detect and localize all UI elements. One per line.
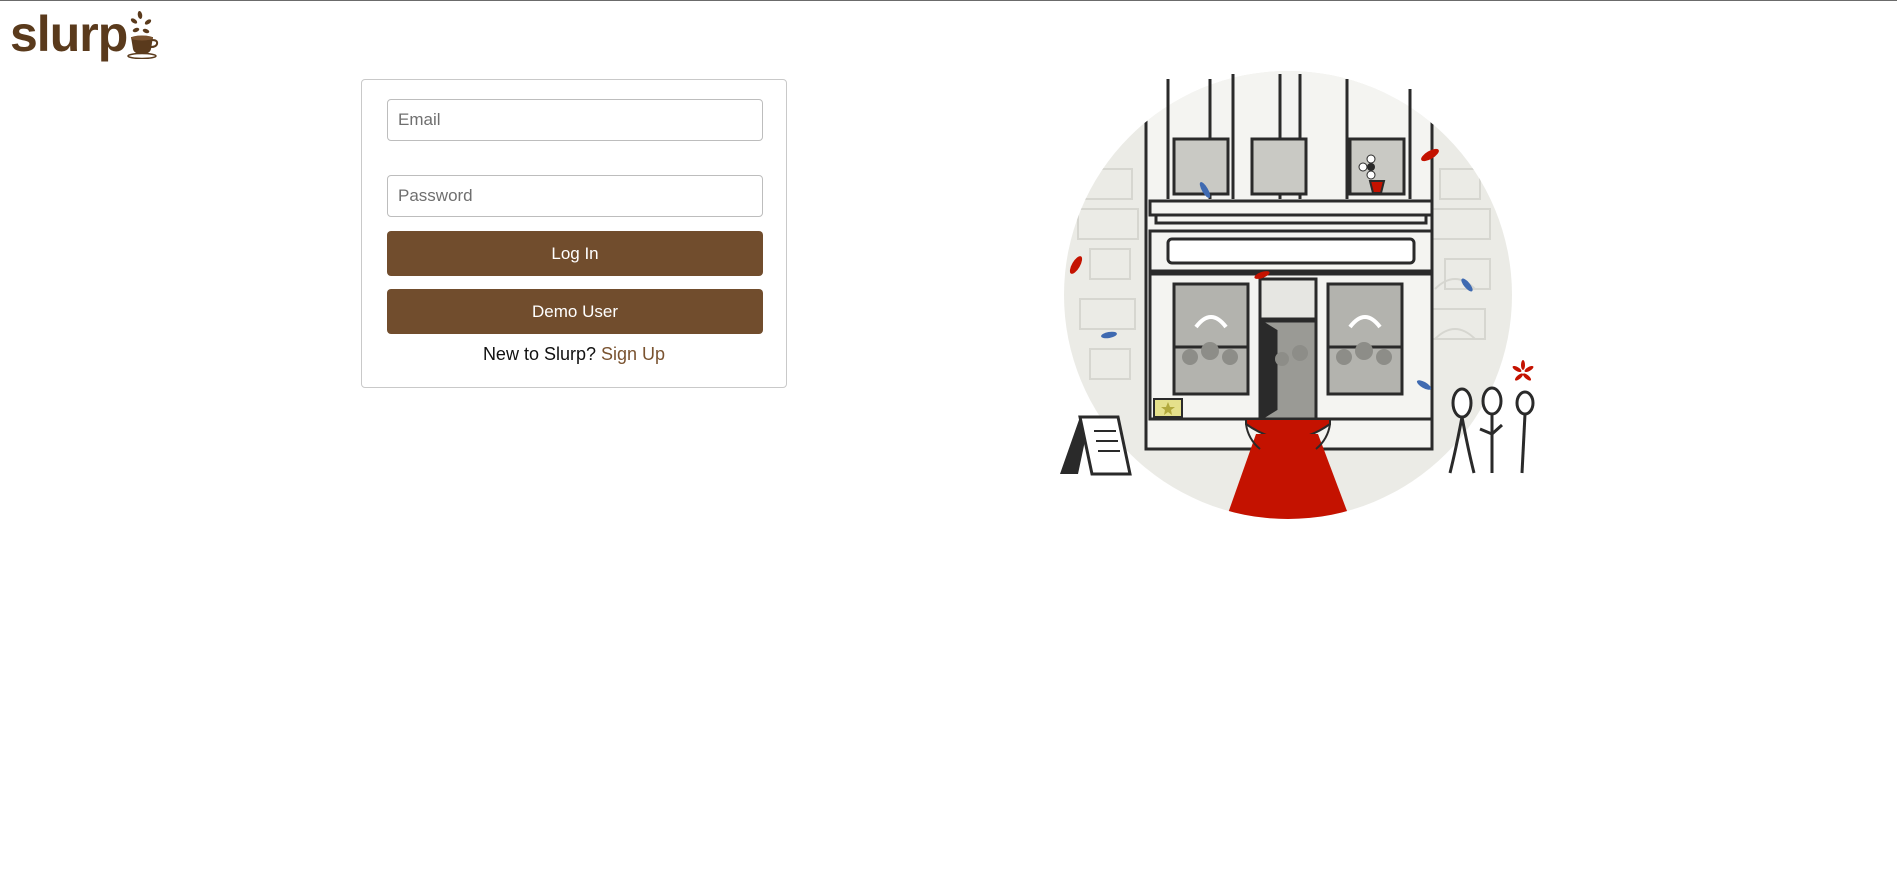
login-button[interactable]: Log In <box>387 231 763 276</box>
logo-text: slurp <box>10 6 128 62</box>
signup-link[interactable]: Sign Up <box>601 344 665 364</box>
login-page: slurp Log In Demo User New to Slurp? Sig… <box>0 0 1897 892</box>
logo-link[interactable]: slurp <box>10 9 161 59</box>
signup-prompt-text: New to Slurp? <box>482 344 596 364</box>
coffee-cup-icon <box>127 11 159 59</box>
demo-user-button[interactable]: Demo User <box>387 289 763 334</box>
sandwich-board-sign <box>1060 415 1132 476</box>
password-input[interactable] <box>387 175 763 217</box>
email-input[interactable] <box>387 99 763 141</box>
signup-prompt: New to Slurp? Sign Up <box>362 344 786 365</box>
storefront-grand-opening-illustration <box>1060 71 1535 519</box>
login-card: Log In Demo User New to Slurp? Sign Up <box>361 79 787 388</box>
building <box>1144 71 1434 451</box>
burst-icon <box>1512 360 1534 381</box>
